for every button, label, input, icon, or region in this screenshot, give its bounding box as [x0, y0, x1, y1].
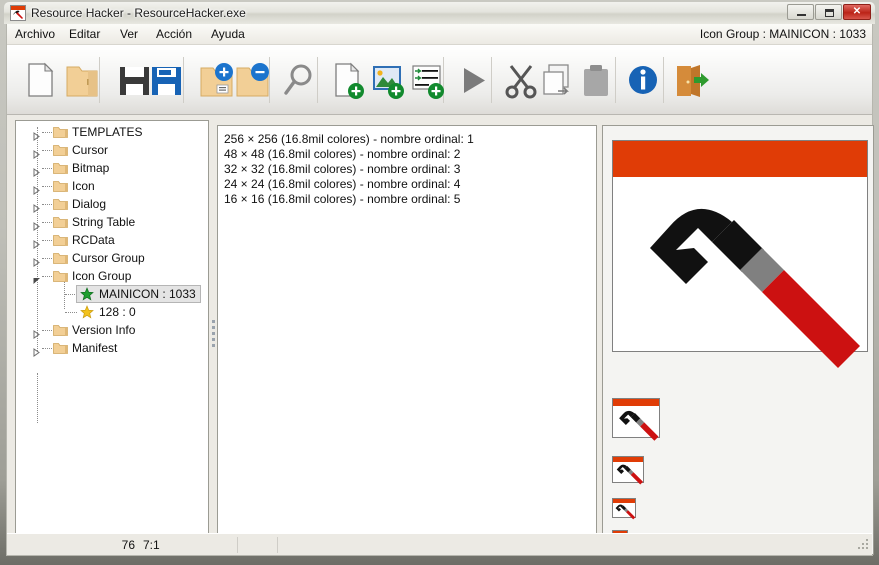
status-bar: 76 7:1 — [7, 533, 872, 555]
tree-item-mainicon[interactable]: MAINICON : 1033 — [16, 285, 206, 303]
remove-resource-button[interactable] — [229, 55, 279, 105]
maximize-button[interactable] — [815, 4, 842, 20]
minimize-button[interactable] — [787, 4, 814, 20]
about-button[interactable] — [618, 55, 668, 105]
detail-line: 48 × 48 (16.8mil colores) - nombre ordin… — [224, 147, 461, 161]
status-position: 7:1 — [143, 538, 160, 552]
chevron-right-icon[interactable] — [32, 164, 41, 177]
tree-item-label: Dialog — [72, 197, 107, 211]
icon-preview-48 — [612, 398, 660, 446]
tree-item-label: Cursor — [72, 143, 109, 157]
client-area: Archivo Editar Ver Acción Ayuda Icon Gro… — [6, 24, 874, 556]
toolbar — [7, 45, 872, 115]
icon-preview-256 — [612, 140, 868, 396]
detail-line: 32 × 32 (16.8mil colores) - nombre ordin… — [224, 162, 461, 176]
chevron-right-icon[interactable] — [32, 200, 41, 213]
tree-item-cursor[interactable]: Cursor — [16, 141, 206, 159]
menu-accion[interactable]: Acción — [151, 27, 197, 42]
exit-button[interactable] — [665, 55, 715, 105]
tree-item-icon-group[interactable]: Icon Group — [16, 267, 206, 285]
folder-icon — [53, 234, 68, 247]
detail-line: 24 × 24 (16.8mil colores) - nombre ordin… — [224, 177, 461, 191]
icon-preview-panel[interactable] — [602, 125, 874, 555]
resource-details-text[interactable]: 256 × 256 (16.8mil colores) - nombre ord… — [217, 125, 597, 555]
tree-item-label: 128 : 0 — [99, 305, 136, 319]
resource-caption: Icon Group : MAINICON : 1033 — [699, 27, 866, 41]
save-as-button[interactable] — [141, 55, 191, 105]
find-button[interactable] — [275, 55, 325, 105]
splitter-left[interactable] — [210, 120, 217, 555]
add-script-button[interactable] — [403, 55, 453, 105]
window-frame: Resource Hacker - ResourceHacker.exe ✕ A… — [4, 2, 875, 558]
title-bar: Resource Hacker - ResourceHacker.exe ✕ — [4, 2, 875, 24]
open-file-button[interactable] — [57, 55, 107, 105]
folder-icon — [53, 270, 68, 283]
tree-item-rcdata[interactable]: RCData — [16, 231, 206, 249]
resource-tree[interactable]: TEMPLATES Cursor Bitmap Icon Dialog Stri… — [15, 120, 209, 555]
tree-item-128[interactable]: 128 : 0 — [16, 303, 206, 321]
folder-icon — [53, 126, 68, 139]
tree-item-manifest[interactable]: Manifest — [16, 339, 206, 357]
tree-item-dialog[interactable]: Dialog — [16, 195, 206, 213]
paste-button[interactable] — [571, 55, 621, 105]
icon-preview-32 — [612, 456, 644, 488]
menu-editar[interactable]: Editar — [64, 27, 105, 42]
window-title: Resource Hacker - ResourceHacker.exe — [31, 6, 246, 20]
folder-icon — [53, 162, 68, 175]
status-count: 76 — [121, 538, 135, 552]
folder-icon — [53, 216, 68, 229]
tree-item-string-table[interactable]: String Table — [16, 213, 206, 231]
chevron-right-icon[interactable] — [32, 236, 41, 249]
menu-archivo[interactable]: Archivo — [10, 27, 60, 42]
chevron-right-icon[interactable] — [32, 326, 41, 339]
tree-item-icon[interactable]: Icon — [16, 177, 206, 195]
yellow-star-icon — [80, 305, 94, 319]
menu-bar: Archivo Editar Ver Acción Ayuda Icon Gro… — [7, 24, 872, 45]
folder-icon — [53, 144, 68, 157]
tree-item-label: Cursor Group — [72, 251, 145, 265]
folder-icon — [53, 324, 68, 337]
tree-item-label: Bitmap — [72, 161, 110, 175]
compile-run-button[interactable] — [447, 55, 497, 105]
chevron-right-icon[interactable] — [32, 182, 41, 195]
folder-icon — [53, 342, 68, 355]
folder-icon — [53, 198, 68, 211]
chevron-right-icon[interactable] — [32, 344, 41, 357]
tree-item-label: MAINICON : 1033 — [99, 287, 196, 301]
tree-item-templates[interactable]: TEMPLATES — [16, 123, 206, 141]
tree-item-label: RCData — [72, 233, 115, 247]
folder-icon — [53, 180, 68, 193]
application-window: Resource Hacker - ResourceHacker.exe ✕ A… — [0, 0, 879, 565]
resize-grip-icon[interactable] — [856, 539, 869, 552]
chevron-right-icon[interactable] — [32, 254, 41, 267]
tree-item-label: String Table — [72, 215, 136, 229]
green-star-icon — [80, 287, 94, 301]
hammer-icon — [10, 5, 26, 21]
tree-item-label: Icon — [72, 179, 95, 193]
tree-item-cursor-group[interactable]: Cursor Group — [16, 249, 206, 267]
icon-preview-24 — [612, 498, 636, 522]
folder-icon — [53, 252, 68, 265]
chevron-down-icon[interactable] — [32, 272, 41, 284]
detail-line: 256 × 256 (16.8mil colores) - nombre ord… — [224, 132, 474, 146]
detail-line: 16 × 16 (16.8mil colores) - nombre ordin… — [224, 192, 461, 206]
tree-item-label: TEMPLATES — [72, 125, 143, 139]
close-button[interactable]: ✕ — [843, 4, 871, 20]
tree-item-bitmap[interactable]: Bitmap — [16, 159, 206, 177]
tree-item-label: Manifest — [72, 341, 118, 355]
menu-ayuda[interactable]: Ayuda — [206, 27, 250, 42]
menu-ver[interactable]: Ver — [115, 27, 143, 42]
tree-item-label: Icon Group — [72, 269, 132, 283]
chevron-right-icon[interactable] — [32, 128, 41, 141]
tree-item-label: Version Info — [72, 323, 136, 337]
chevron-right-icon[interactable] — [32, 218, 41, 231]
chevron-right-icon[interactable] — [32, 146, 41, 159]
tree-item-version-info[interactable]: Version Info — [16, 321, 206, 339]
